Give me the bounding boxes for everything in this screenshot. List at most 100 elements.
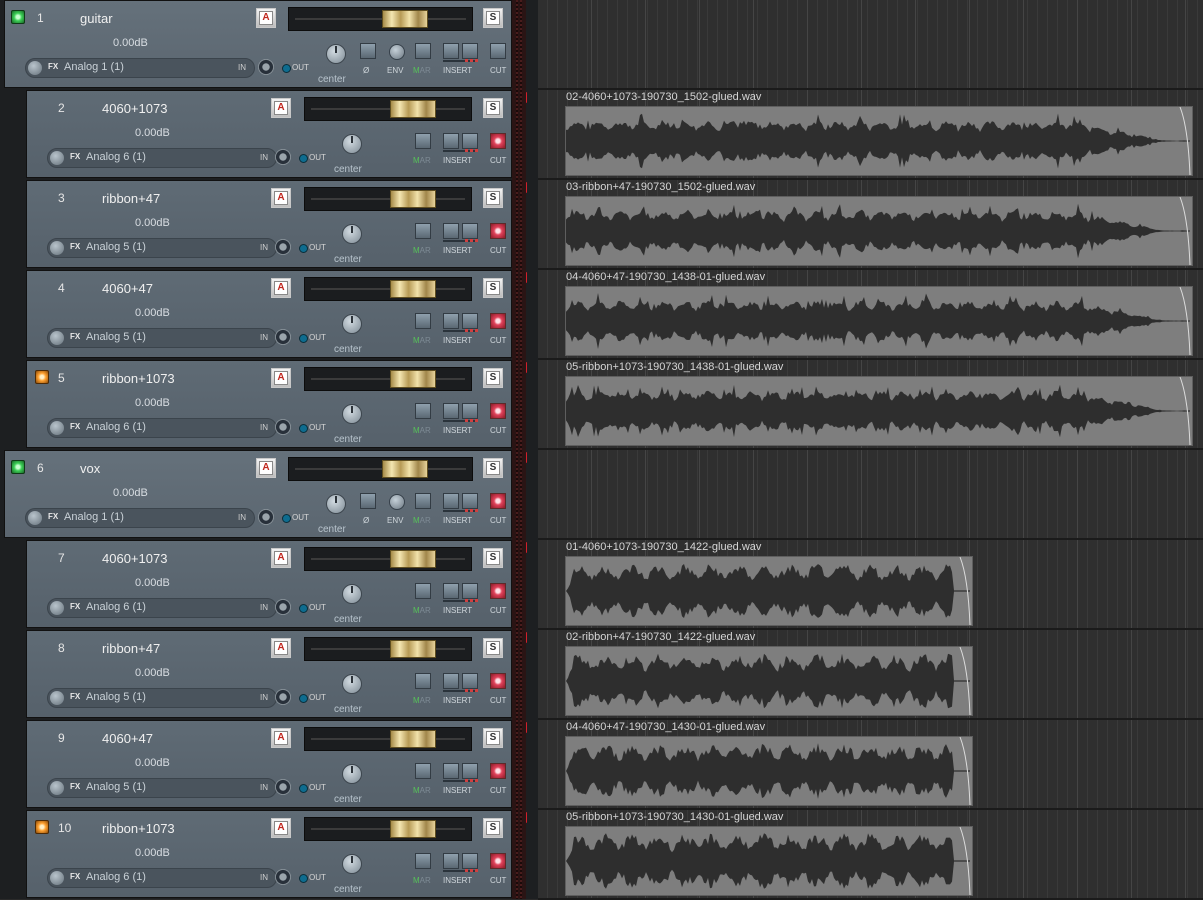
record-arm-icon[interactable] xyxy=(35,370,49,384)
volume-fader[interactable] xyxy=(304,637,472,661)
insert-button-1[interactable] xyxy=(443,313,459,329)
volume-fader-handle[interactable] xyxy=(390,820,436,838)
volume-fader[interactable] xyxy=(288,457,473,481)
cut-button[interactable] xyxy=(490,493,506,509)
mar-button[interactable] xyxy=(415,313,431,329)
insert-button-1[interactable] xyxy=(443,853,459,869)
track-name[interactable]: ribbon+47 xyxy=(102,641,160,656)
volume-fader[interactable] xyxy=(304,97,472,121)
volume-fader-handle[interactable] xyxy=(390,100,436,118)
automation-button[interactable]: A xyxy=(271,728,291,748)
env-knob[interactable] xyxy=(389,44,405,60)
insert-button-1[interactable] xyxy=(443,673,459,689)
cut-button[interactable] xyxy=(490,223,506,239)
volume-fader[interactable] xyxy=(304,277,472,301)
io-routing-icon[interactable] xyxy=(275,329,291,345)
track-name[interactable]: 4060+47 xyxy=(102,731,153,746)
insert-button-1[interactable] xyxy=(443,763,459,779)
fx-knob-icon[interactable] xyxy=(50,691,64,705)
io-routing-icon[interactable] xyxy=(275,149,291,165)
io-routing-icon[interactable] xyxy=(275,869,291,885)
cut-button[interactable] xyxy=(490,853,506,869)
track-header[interactable]: 7 4060+1073 0.00dB A S FX Analog 6 (1) IN OUT cen… xyxy=(26,540,512,628)
track-header[interactable]: 5 ribbon+1073 0.00dB A S FX Analog 6 (1) IN OUT c… xyxy=(26,360,512,448)
insert-button-1[interactable] xyxy=(443,43,459,59)
track-lane[interactable]: 04-4060+47-190730_1430-01-glued.wav xyxy=(538,720,1203,810)
track-name[interactable]: ribbon+1073 xyxy=(102,371,175,386)
solo-button[interactable]: S xyxy=(483,98,503,118)
fx-input-row[interactable]: FX Analog 5 (1) IN xyxy=(47,688,277,708)
record-arm-icon[interactable] xyxy=(11,460,25,474)
volume-fader-handle[interactable] xyxy=(390,640,436,658)
media-item-waveform[interactable] xyxy=(565,736,973,806)
solo-button[interactable]: S xyxy=(483,278,503,298)
insert-button-2[interactable] xyxy=(462,43,478,59)
media-item-waveform[interactable] xyxy=(565,556,973,626)
track-lane[interactable] xyxy=(538,0,1203,90)
track-header[interactable]: 8 ribbon+47 0.00dB A S FX Analog 5 (1) IN OUT cen… xyxy=(26,630,512,718)
volume-fader-handle[interactable] xyxy=(390,190,436,208)
track-lane[interactable]: 01-4060+1073-190730_1422-glued.wav xyxy=(538,540,1203,630)
insert-button-2[interactable] xyxy=(462,763,478,779)
media-item[interactable]: 05-ribbon+1073-190730_1430-01-glued.wav xyxy=(565,810,973,898)
automation-button[interactable]: A xyxy=(271,278,291,298)
track-header[interactable]: 3 ribbon+47 0.00dB A S FX Analog 5 (1) IN OUT cen… xyxy=(26,180,512,268)
pan-knob[interactable] xyxy=(342,314,362,334)
track-lane[interactable]: 05-ribbon+1073-190730_1430-01-glued.wav xyxy=(538,810,1203,900)
input-select[interactable]: Analog 6 (1) xyxy=(86,421,146,433)
env-knob[interactable] xyxy=(389,494,405,510)
fx-input-row[interactable]: FX Analog 5 (1) IN xyxy=(47,778,277,798)
track-header[interactable]: 2 4060+1073 0.00dB A S FX Analog 6 (1) IN OUT cen… xyxy=(26,90,512,178)
fx-input-row[interactable]: FX Analog 5 (1) IN xyxy=(47,328,277,348)
automation-button[interactable]: A xyxy=(271,98,291,118)
cut-button[interactable] xyxy=(490,43,506,59)
solo-button[interactable]: S xyxy=(483,188,503,208)
pan-knob[interactable] xyxy=(342,224,362,244)
volume-fader-handle[interactable] xyxy=(390,730,436,748)
insert-button-2[interactable] xyxy=(462,223,478,239)
track-header[interactable]: 10 ribbon+1073 0.00dB A S FX Analog 6 (1) IN OUT… xyxy=(26,810,512,898)
media-item-waveform[interactable] xyxy=(565,376,1193,446)
track-name[interactable]: ribbon+47 xyxy=(102,191,160,206)
track-header[interactable]: 1 guitar 0.00dB A S FX Analog 1 (1) IN OUT center… xyxy=(4,0,512,88)
volume-fader[interactable] xyxy=(304,727,472,751)
insert-button-2[interactable] xyxy=(462,403,478,419)
insert-button-2[interactable] xyxy=(462,673,478,689)
automation-button[interactable]: A xyxy=(271,638,291,658)
media-item[interactable]: 03-ribbon+47-190730_1502-glued.wav xyxy=(565,180,1193,268)
mar-button[interactable] xyxy=(415,43,431,59)
fx-input-row[interactable]: FX Analog 1 (1) IN xyxy=(25,508,255,528)
cut-button[interactable] xyxy=(490,763,506,779)
io-routing-icon[interactable] xyxy=(275,239,291,255)
input-select[interactable]: Analog 6 (1) xyxy=(86,601,146,613)
track-header[interactable]: 4 4060+47 0.00dB A S FX Analog 5 (1) IN OUT cente… xyxy=(26,270,512,358)
arrange-view[interactable]: 02-4060+1073-190730_1502-glued.wav 03-rib… xyxy=(538,0,1203,900)
fx-input-row[interactable]: FX Analog 6 (1) IN xyxy=(47,418,277,438)
pan-knob[interactable] xyxy=(326,494,346,514)
cut-button[interactable] xyxy=(490,403,506,419)
fx-input-row[interactable]: FX Analog 6 (1) IN xyxy=(47,868,277,888)
track-name[interactable]: 4060+47 xyxy=(102,281,153,296)
io-routing-icon[interactable] xyxy=(275,779,291,795)
cut-button[interactable] xyxy=(490,313,506,329)
automation-button[interactable]: A xyxy=(271,188,291,208)
fx-input-row[interactable]: FX Analog 1 (1) IN xyxy=(25,58,255,78)
mar-button[interactable] xyxy=(415,763,431,779)
io-routing-icon[interactable] xyxy=(275,689,291,705)
media-item[interactable]: 04-4060+47-190730_1438-01-glued.wav xyxy=(565,270,1193,358)
cut-button[interactable] xyxy=(490,583,506,599)
fx-input-row[interactable]: FX Analog 5 (1) IN xyxy=(47,238,277,258)
insert-button-1[interactable] xyxy=(443,583,459,599)
io-routing-icon[interactable] xyxy=(258,59,274,75)
track-lane[interactable]: 04-4060+47-190730_1438-01-glued.wav xyxy=(538,270,1203,360)
automation-button[interactable]: A xyxy=(271,548,291,568)
media-item[interactable]: 02-4060+1073-190730_1502-glued.wav xyxy=(565,90,1193,178)
io-routing-icon[interactable] xyxy=(275,419,291,435)
solo-button[interactable]: S xyxy=(483,638,503,658)
volume-fader[interactable] xyxy=(304,817,472,841)
insert-button-2[interactable] xyxy=(462,133,478,149)
pan-knob[interactable] xyxy=(342,854,362,874)
automation-button[interactable]: A xyxy=(256,458,276,478)
pan-knob[interactable] xyxy=(342,674,362,694)
track-name[interactable]: guitar xyxy=(80,11,113,26)
